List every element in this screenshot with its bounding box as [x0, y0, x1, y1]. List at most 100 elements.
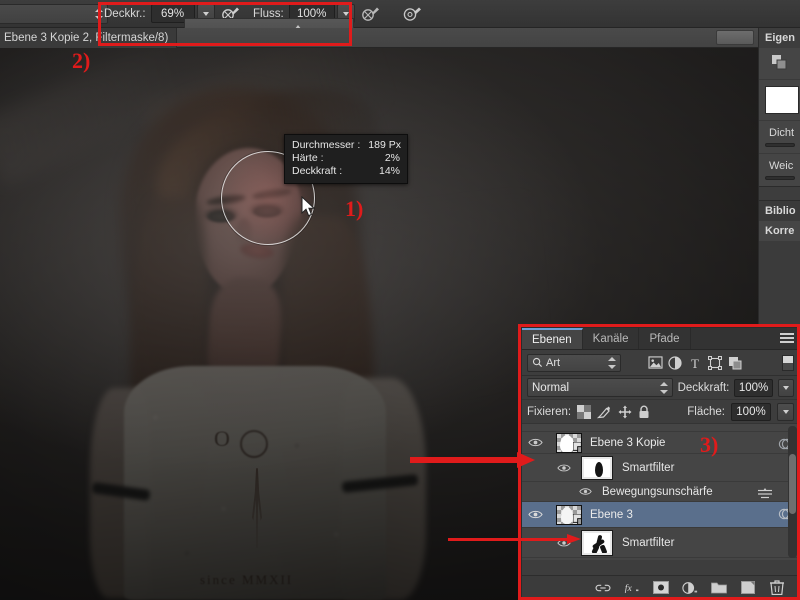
adjustment-layer-icon: [682, 581, 698, 594]
feather-slider[interactable]: [765, 176, 795, 180]
brush-info-hud: Durchmesser : 189 Px Härte : 2% Deckkraf…: [284, 134, 408, 184]
document-tab-bar: Ebene 3 Kopie 2, Filtermaske/8): [0, 28, 758, 48]
photoshop-window: Deckkr.: 69% Fluss: 100% Ebene 3 Kopie 2…: [0, 0, 800, 600]
feather-label: Weic: [769, 160, 794, 172]
hud-value: 189 Px: [368, 139, 401, 151]
fill-input[interactable]: 100%: [731, 402, 771, 421]
layer-thumbnail[interactable]: [556, 504, 582, 525]
layer-list-scrollbar[interactable]: [788, 426, 797, 558]
airbrush-icon: [362, 7, 379, 21]
hud-row: Deckkraft : 14%: [292, 165, 400, 178]
fill-dropdown[interactable]: [777, 402, 794, 421]
blend-mode-value: Normal: [532, 381, 570, 394]
tab-scroll-button[interactable]: [716, 30, 754, 45]
mask-thumbnail[interactable]: [765, 86, 799, 114]
airbrush-button[interactable]: [358, 3, 384, 25]
filter-toggle-icon[interactable]: [782, 354, 794, 371]
libraries-title[interactable]: Biblio: [759, 201, 800, 221]
blend-mode-select[interactable]: Normal: [527, 378, 673, 397]
density-slider[interactable]: [765, 143, 795, 147]
layer-opacity-label: Deckkraft:: [677, 381, 730, 394]
table-row[interactable]: Smartfilter: [522, 454, 799, 482]
layer-mask-icon[interactable]: [771, 54, 787, 70]
hud-key: Durchmesser :: [292, 139, 361, 151]
chevron-down-icon: [782, 409, 789, 414]
smart-object-badge-icon: [573, 441, 581, 452]
layer-opacity-dropdown[interactable]: [777, 378, 794, 397]
panel-menu-icon[interactable]: [780, 333, 794, 345]
layers-panel-tabs: Ebenen Kanäle Pfade: [522, 328, 799, 350]
table-row[interactable]: Bewegungsunschärfe: [522, 482, 799, 502]
lock-position-icon[interactable]: [618, 405, 632, 419]
filter-mask-thumbnail[interactable]: [582, 456, 612, 479]
lock-transparency-icon[interactable]: [577, 404, 592, 419]
brush-mode-select[interactable]: [0, 4, 108, 24]
table-row[interactable]: Bewegungsunschärfe: [522, 558, 799, 560]
adjustments-title[interactable]: Korre: [759, 221, 800, 241]
layers-panel-toolbar: fx: [522, 575, 799, 599]
blend-row: Normal Deckkraft: 100%: [522, 376, 799, 400]
filter-settings-icon[interactable]: [757, 488, 773, 500]
layers-panel: Ebenen Kanäle Pfade Art T Normal Deckkra…: [521, 327, 800, 600]
new-group-button[interactable]: [711, 580, 727, 596]
tab-pfade[interactable]: Pfade: [639, 328, 691, 349]
tab-ebenen[interactable]: Ebenen: [522, 328, 583, 349]
filter-name: Bewegungsunschärfe: [602, 485, 713, 498]
hud-row: Härte : 2%: [292, 152, 400, 165]
layer-row-clipped[interactable]: [522, 424, 799, 432]
opacity-value: 69%: [161, 7, 185, 20]
table-row[interactable]: Ebene 3 Kopie: [522, 432, 799, 454]
tab-label: Kanäle: [592, 332, 629, 345]
tab-label: Pfade: [649, 332, 680, 345]
adjustment-filter-icon: [668, 355, 682, 370]
chevron-down-icon: [782, 385, 789, 390]
annotation-marker-1: 1): [345, 196, 364, 221]
text-filter-button[interactable]: T: [685, 354, 705, 372]
chevron-updown-icon: [94, 7, 103, 21]
shape-filter-icon: [708, 355, 722, 370]
table-row[interactable]: Ebene 3: [522, 502, 799, 528]
link-layers-button[interactable]: [595, 580, 611, 596]
lock-all-icon[interactable]: [638, 405, 650, 419]
image-filter-icon: [647, 356, 663, 369]
visibility-toggle[interactable]: [522, 437, 548, 448]
new-group-icon: [711, 582, 727, 594]
document-tab[interactable]: Ebene 3 Kopie 2, Filtermaske/8): [0, 28, 178, 48]
lock-row: Fixieren: Fläche: 100%: [522, 400, 799, 424]
filter-mask-thumbnail[interactable]: [582, 530, 612, 555]
visibility-toggle[interactable]: [522, 487, 596, 496]
layer-opacity-input[interactable]: 100%: [734, 378, 773, 397]
annotation-arrow-bottom: [448, 534, 583, 544]
shape-filter-button[interactable]: [705, 354, 725, 372]
lock-image-icon[interactable]: [597, 405, 612, 419]
new-adjustment-layer-button[interactable]: [682, 580, 698, 596]
layer-kind-filter[interactable]: Art: [527, 353, 621, 372]
mouse-cursor-icon: [301, 195, 317, 218]
add-layer-mask-button[interactable]: [653, 580, 669, 596]
layer-filter-row: Art T: [522, 350, 799, 376]
opacity-label: Deckkr.:: [104, 7, 146, 20]
new-layer-button[interactable]: [740, 580, 756, 596]
eye-icon: [579, 488, 592, 495]
fx-icon: fx: [625, 583, 639, 594]
visibility-toggle[interactable]: [522, 509, 548, 520]
layer-thumbnail[interactable]: [556, 432, 582, 453]
properties-panel: Eigen Dicht Weic: [759, 28, 800, 201]
layer-opacity-value: 100%: [738, 381, 769, 394]
eye-icon: [557, 464, 571, 471]
adjustment-filter-button[interactable]: [665, 354, 685, 372]
hud-value: 2%: [384, 152, 400, 164]
smart-object-badge-icon: [573, 513, 581, 524]
layer-name: Ebene 3 Kopie: [590, 436, 666, 449]
eye-icon: [527, 438, 543, 447]
new-layer-icon: [741, 581, 755, 594]
image-filter-button[interactable]: [645, 354, 665, 372]
tab-kanaele[interactable]: Kanäle: [583, 328, 640, 349]
delete-layer-button[interactable]: [769, 580, 785, 596]
fill-value: 100%: [736, 405, 766, 418]
hud-key: Deckkraft :: [292, 165, 343, 177]
smartobject-filter-button[interactable]: [725, 354, 745, 372]
tablet-pressure-size-icon: [403, 7, 421, 21]
layer-style-button[interactable]: fx: [624, 580, 640, 596]
tablet-pressure-size-button[interactable]: [399, 3, 425, 25]
